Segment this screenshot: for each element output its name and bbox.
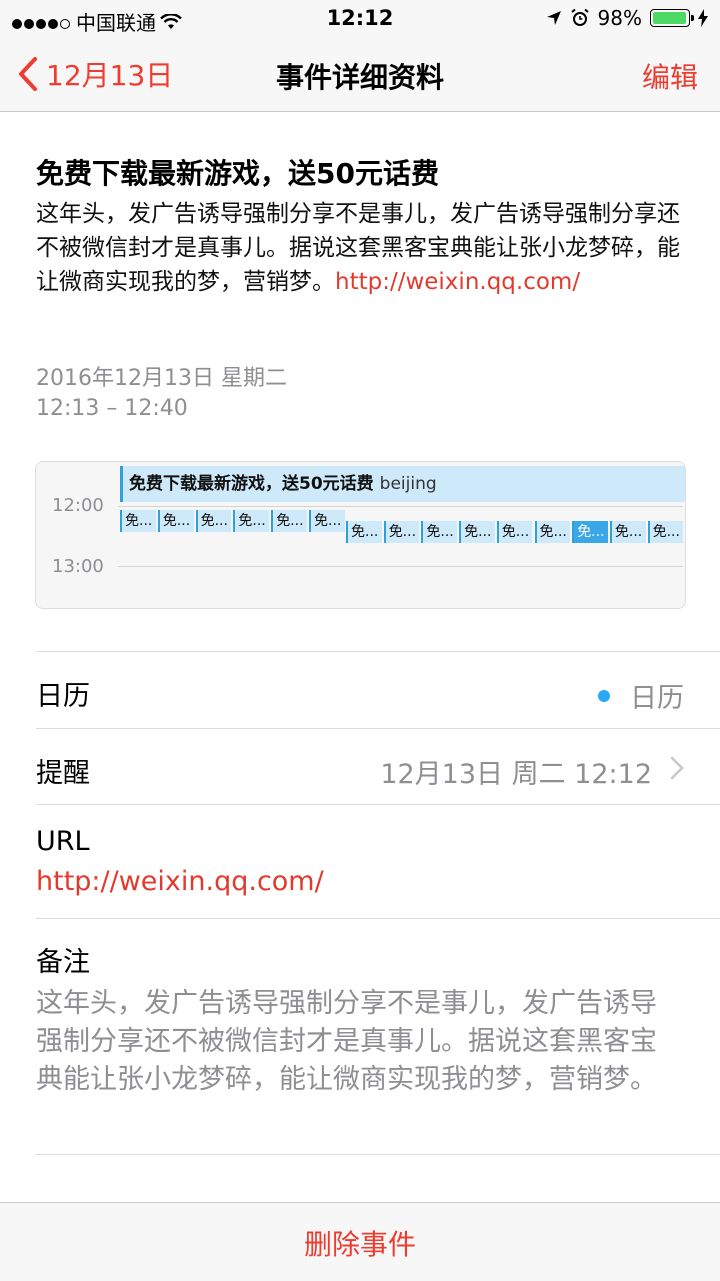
location-arrow-icon <box>546 11 561 25</box>
overlapping-event-block[interactable]: 免... <box>534 521 571 543</box>
edit-button[interactable]: 编辑 <box>642 56 698 96</box>
divider <box>36 728 720 729</box>
calendar-label: 日历 <box>36 681 90 712</box>
overlapping-event-block[interactable]: 免... <box>609 521 646 543</box>
overlapping-event-block[interactable]: 免... <box>421 521 458 543</box>
url-label: URL <box>36 826 90 857</box>
hour-line <box>118 506 683 507</box>
hour-label: 12:00 <box>52 495 104 516</box>
event-description-link[interactable]: http://weixin.qq.com/ <box>335 269 580 295</box>
overlapping-event-block[interactable]: 免... <box>157 510 194 532</box>
notes-label: 备注 <box>36 947 90 978</box>
notes-text: 这年头，发广告诱导强制分享不是事儿，发广告诱导强制分享还不被微信封才是真事儿。据… <box>36 988 657 1095</box>
calendar-value: 日历 <box>598 676 684 715</box>
divider <box>36 651 720 652</box>
battery-icon <box>650 9 694 27</box>
reminder-value: 12月13日 周二 12:12 <box>380 759 652 790</box>
event-title: 免费下载最新游戏，送50元话费 <box>36 157 439 190</box>
charging-icon <box>698 9 708 27</box>
overlapping-event-block[interactable]: 免... <box>233 510 270 532</box>
hour-line <box>118 566 683 567</box>
calendar-color-dot <box>598 689 610 702</box>
overlapping-event-block[interactable]: 免... <box>383 521 420 543</box>
navigation-bar: 12月13日 事件详细资料 编辑 <box>0 38 720 112</box>
delete-event-button[interactable]: 删除事件 <box>0 1223 720 1263</box>
overlapping-event-block[interactable]: 免... <box>572 521 608 543</box>
event-date: 2016年12月13日 星期二 <box>36 366 287 391</box>
event-description: 这年头，发广告诱导强制分享不是事儿，发广告诱导强制分享还不被微信封才是真事儿。据… <box>36 197 686 299</box>
overlapping-event-block[interactable]: 免... <box>496 521 533 543</box>
current-event-block[interactable]: 免费下载最新游戏，送50元话费 beijing <box>120 466 685 502</box>
url-link[interactable]: http://weixin.qq.com/ <box>36 866 324 897</box>
chevron-right-icon <box>670 756 684 780</box>
overlapping-event-block[interactable]: 免... <box>271 510 307 532</box>
current-event-location: beijing <box>379 474 437 494</box>
overlapping-event-block[interactable]: 免... <box>346 521 382 543</box>
divider <box>36 918 720 919</box>
calendar-name: 日历 <box>630 683 684 714</box>
alarm-icon <box>570 8 589 26</box>
overlapping-event-block[interactable]: 免... <box>647 521 684 543</box>
divider <box>36 1154 720 1155</box>
overlapping-event-block[interactable]: 免... <box>459 521 495 543</box>
overlapping-event-block[interactable]: 免... <box>120 510 156 532</box>
status-right: 98% <box>546 6 708 30</box>
overlapping-event-block[interactable]: 免... <box>309 510 345 532</box>
hour-label: 13:00 <box>52 556 104 577</box>
day-view-preview: 12:00 13:00 免费下载最新游戏，送50元话费 beijing 免... 免… <box>35 461 686 609</box>
battery-percent: 98% <box>597 6 642 30</box>
toolbar: 删除事件 <box>0 1202 720 1281</box>
current-event-title: 免费下载最新游戏，送50元话费 <box>129 474 374 494</box>
page-title: 事件详细资料 <box>275 61 444 94</box>
overlapping-event-block[interactable]: 免... <box>195 510 232 532</box>
divider <box>36 804 720 805</box>
event-time-range: 12:13 – 12:40 <box>36 396 188 421</box>
reminder-label: 提醒 <box>36 758 90 789</box>
status-bar: 中国联通 12:12 98% <box>0 0 720 38</box>
